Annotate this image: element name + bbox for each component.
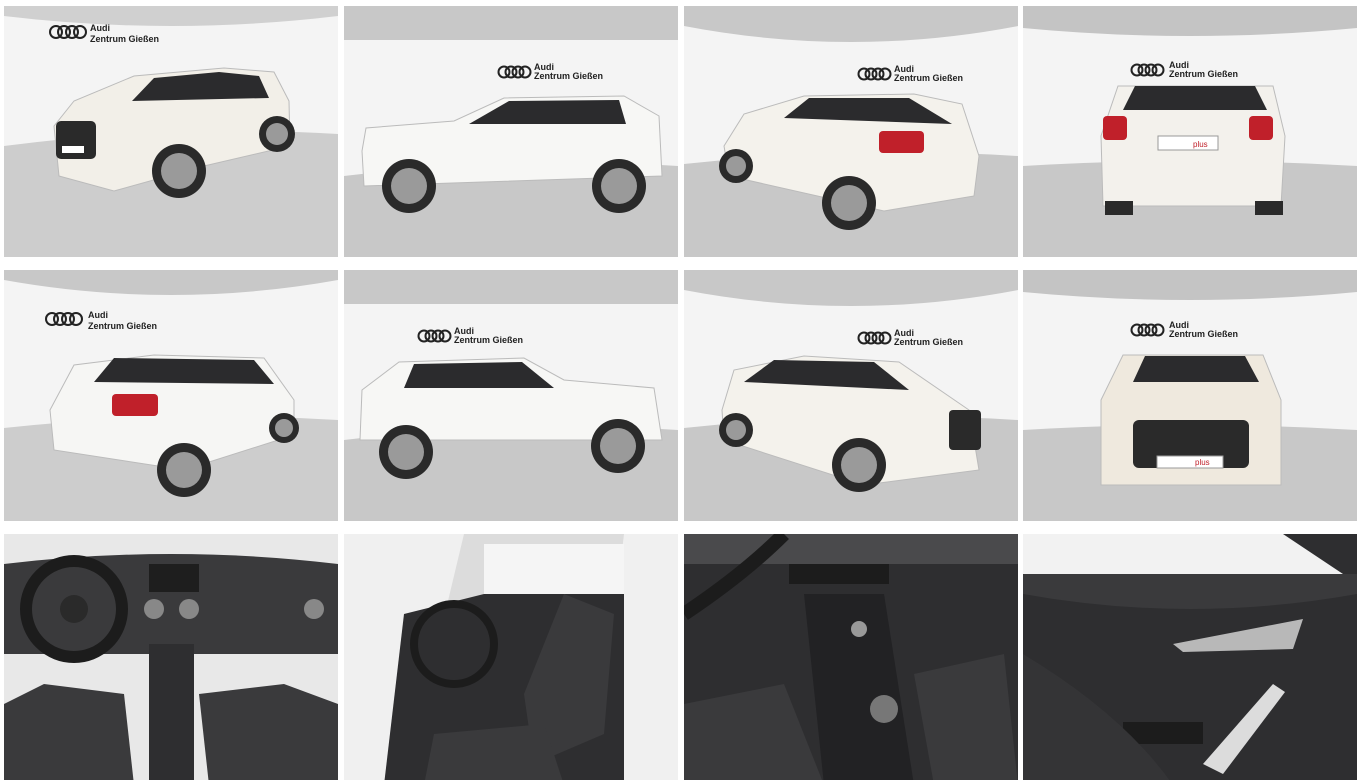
showroom-brand-text: Audi xyxy=(90,23,110,33)
car-image-left-side: Audi Zentrum Gießen xyxy=(344,6,678,257)
interior-image-center-console xyxy=(684,534,1018,780)
license-plate-text: plus xyxy=(1193,140,1208,149)
license-plate-text: plus xyxy=(1195,458,1210,467)
photo-door-panel[interactable] xyxy=(1023,534,1357,780)
interior-image-driver-seat xyxy=(344,534,678,780)
car-image-rear: Audi Zentrum Gießen plus xyxy=(1023,6,1357,257)
showroom-location-text: Zentrum Gießen xyxy=(90,34,159,44)
showroom-location-text: Zentrum Gießen xyxy=(894,73,963,83)
showroom-location-text: Zentrum Gießen xyxy=(88,321,157,331)
photo-left-side-alt[interactable]: Audi Zentrum Gießen xyxy=(344,270,678,521)
showroom-location-text: Zentrum Gießen xyxy=(1169,329,1238,339)
car-image-front: Audi Zentrum Gießen plus xyxy=(1023,270,1357,521)
photo-center-console[interactable] xyxy=(684,534,1018,780)
showroom-location-text: Zentrum Gießen xyxy=(454,335,523,345)
photo-rear-left-three-quarter[interactable]: Audi Zentrum Gießen xyxy=(684,6,1018,257)
photo-front[interactable]: Audi Zentrum Gießen plus xyxy=(1023,270,1357,521)
photo-gallery: Audi Zentrum Gießen Audi Zentrum Gießen … xyxy=(0,0,1365,780)
showroom-location-text: Zentrum Gießen xyxy=(1169,69,1238,79)
car-image-rear-three-quarter-close: Audi Zentrum Gießen xyxy=(4,270,338,521)
photo-rear-left-three-quarter-close[interactable]: Audi Zentrum Gießen xyxy=(4,270,338,521)
photo-front-left-three-quarter[interactable]: Audi Zentrum Gießen xyxy=(4,6,338,257)
photo-driver-seat[interactable] xyxy=(344,534,678,780)
photo-cockpit[interactable] xyxy=(4,534,338,780)
showroom-brand-text: Audi xyxy=(88,310,108,320)
showroom-location-text: Zentrum Gießen xyxy=(534,71,603,81)
car-image-left-side-alt: Audi Zentrum Gießen xyxy=(344,270,678,521)
car-image-front-three-quarter: Audi Zentrum Gießen xyxy=(4,6,338,257)
showroom-location-text: Zentrum Gießen xyxy=(894,337,963,347)
interior-image-door-panel xyxy=(1023,534,1357,780)
car-image-rear-three-quarter: Audi Zentrum Gießen xyxy=(684,6,1018,257)
photo-left-side[interactable]: Audi Zentrum Gießen xyxy=(344,6,678,257)
interior-image-cockpit xyxy=(4,534,338,780)
photo-front-right-three-quarter[interactable]: Audi Zentrum Gießen xyxy=(684,270,1018,521)
car-image-front-right-three-quarter: Audi Zentrum Gießen xyxy=(684,270,1018,521)
photo-rear[interactable]: Audi Zentrum Gießen plus xyxy=(1023,6,1357,257)
